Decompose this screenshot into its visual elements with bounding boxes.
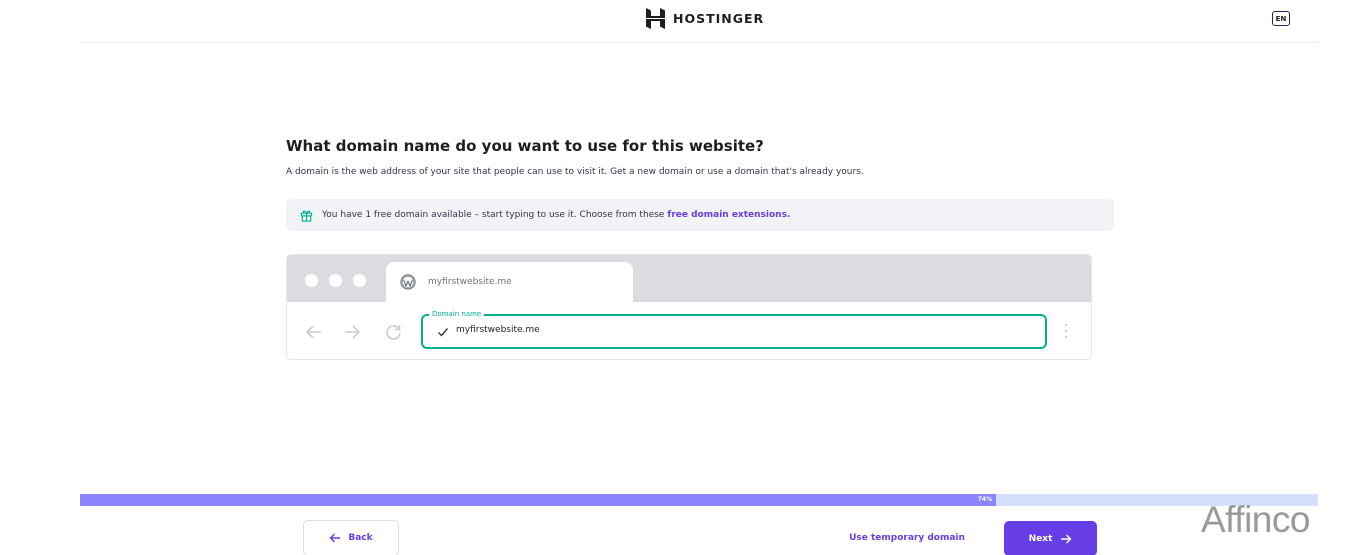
back-button-label: Back (348, 533, 373, 543)
arrow-left-icon (305, 325, 321, 339)
arrow-right-icon (1061, 534, 1072, 543)
free-domain-extensions-link[interactable]: free domain extensions. (667, 210, 790, 220)
window-dot-maximize (353, 274, 366, 287)
browser-tab-bar: myfirstwebsite.me (287, 255, 1091, 302)
use-temporary-domain-button[interactable]: Use temporary domain (836, 528, 978, 548)
arrow-left-icon (329, 533, 341, 543)
page-subtitle: A domain is the web address of your site… (286, 167, 864, 177)
domain-field-value: myfirstwebsite.me (456, 325, 540, 335)
brand-logo[interactable]: HOSTINGER (646, 8, 764, 29)
next-button-label: Next (1028, 533, 1053, 544)
brand-name: HOSTINGER (673, 11, 765, 26)
browser-preview: myfirstwebsite.me Domain name myfirstweb… (286, 254, 1092, 360)
browser-tab: myfirstwebsite.me (386, 262, 633, 302)
domain-name-field[interactable]: Domain name myfirstwebsite.me (421, 309, 1047, 349)
page-title: What domain name do you want to use for … (286, 137, 764, 155)
domain-field-label: Domain name (429, 309, 485, 319)
next-button[interactable]: Next (1004, 521, 1097, 555)
watermark-text: Affinco (1201, 499, 1310, 540)
window-dot-minimize (329, 274, 342, 287)
arrow-right-icon (345, 325, 361, 339)
free-domain-notice: You have 1 free domain available – start… (286, 199, 1114, 231)
hostinger-logo-icon (646, 8, 665, 29)
kebab-menu-icon (1064, 323, 1068, 339)
notice-text: You have 1 free domain available – start… (322, 210, 665, 220)
back-button[interactable]: Back (303, 520, 399, 555)
progress-label: 74% (977, 496, 993, 503)
onboarding-progress-bar: 74% (80, 494, 1318, 506)
tab-label: myfirstwebsite.me (428, 277, 512, 287)
wordpress-icon (400, 274, 416, 290)
language-switcher[interactable]: EN (1272, 11, 1290, 26)
top-header: HOSTINGER EN (80, 0, 1318, 43)
progress-fill: 74% (80, 494, 997, 506)
check-icon (438, 328, 449, 337)
gift-icon (300, 210, 313, 222)
browser-nav-row: Domain name myfirstwebsite.me (287, 302, 1091, 359)
reload-icon (386, 325, 401, 340)
window-dot-close (305, 274, 318, 287)
